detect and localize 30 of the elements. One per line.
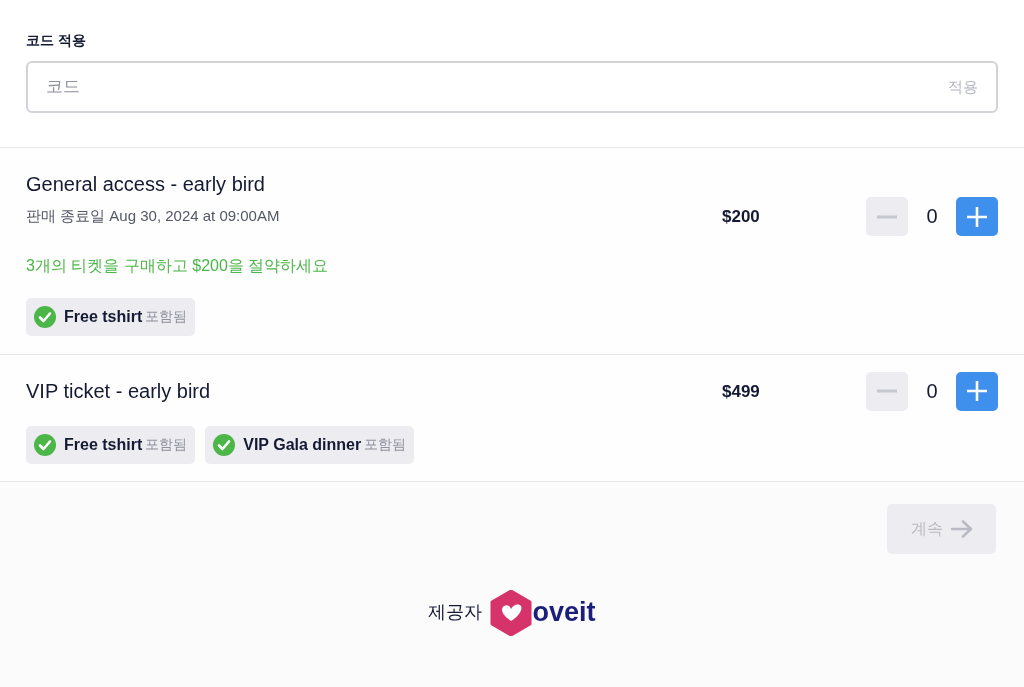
brand-name: oveit [532,599,596,626]
plus-icon [967,206,987,227]
quantity-value: 0 [925,204,939,229]
check-circle-icon [34,305,56,328]
ticket-name: General access - early bird [26,172,266,197]
discount-offer: 3개의 티켓을 구매하고 $200을 절약하세요 [26,255,330,276]
code-field[interactable]: 코드 적용 [26,61,998,113]
minus-icon [877,214,897,219]
provider-label: 제공자 [428,601,483,624]
sale-end-date: 판매 종료일 Aug 30, 2024 at 09:00AM [26,206,281,226]
ticket-price: $200 [722,206,761,228]
perk-included-note: 포함됨 [364,435,407,454]
check-circle-icon [34,433,56,456]
perk-included-note: 포함됨 [145,435,188,454]
perk-included-note: 포함됨 [145,307,188,326]
code-label: 코드 적용 [26,31,87,50]
increment-button[interactable] [956,197,998,236]
ticket-price: $499 [722,380,761,403]
perk-name: VIP Gala dinner [243,434,362,455]
increment-button[interactable] [956,371,998,411]
ticket-name: VIP ticket - early bird [26,378,212,404]
check-circle-icon [213,433,236,456]
perk-name: Free tshirt [64,306,143,327]
quantity-value: 0 [925,378,939,404]
arrow-right-icon [950,519,973,538]
perk-name: Free tshirt [64,434,143,455]
minus-icon [877,389,897,393]
plus-icon [967,381,987,401]
heart-hexagon-icon [490,589,533,636]
apply-button[interactable]: 적용 [948,75,978,99]
